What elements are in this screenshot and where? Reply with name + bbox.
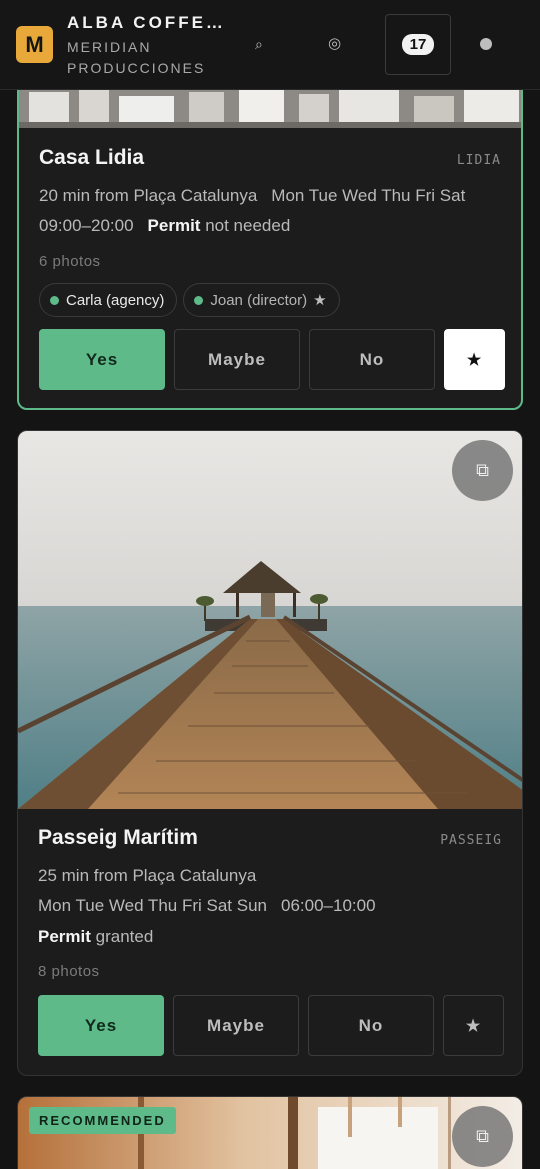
photo-count: 6 photos — [39, 253, 101, 270]
voter-chips: Carla (agency) Joan (director) ★ — [39, 283, 340, 317]
logo[interactable]: M — [16, 26, 53, 63]
voter-chip[interactable]: Joan (director) ★ — [183, 283, 340, 317]
no-button[interactable]: No — [308, 995, 434, 1056]
recommended-badge: RECOMMENDED — [29, 1107, 176, 1134]
vote-actions: Yes Maybe No ★ — [39, 329, 505, 390]
permit-status: not needed — [205, 216, 291, 235]
permit-label: Permit — [147, 216, 201, 235]
photo-count: 8 photos — [38, 963, 100, 980]
selection-count-badge: 17 — [401, 34, 435, 55]
pier-photo — [18, 431, 522, 809]
location-code: PASSEIG — [440, 833, 502, 848]
location-photo[interactable]: RECOMMENDED ⧉ — [18, 1097, 522, 1169]
location-permit-row: Permit granted — [38, 927, 153, 947]
travel-time: 25 min from Plaça Catalunya — [38, 866, 257, 885]
selection-count-button[interactable]: 17 — [385, 14, 451, 75]
yes-button[interactable]: Yes — [39, 329, 165, 390]
favorite-star-button[interactable]: ★ — [443, 995, 504, 1056]
permit-status: granted — [95, 927, 154, 946]
vote-dot-icon — [194, 295, 204, 305]
location-card[interactable]: RECOMMENDED ⧉ — [17, 1096, 523, 1169]
maybe-button[interactable]: Maybe — [174, 329, 300, 390]
open-hours: 06:00–10:00 — [281, 896, 376, 915]
location-card[interactable]: ⧉ Passeig Marítim PASSEIG 25 min from Pl… — [17, 430, 523, 1076]
star-icon: ★ — [313, 292, 327, 309]
maybe-button[interactable]: Maybe — [173, 995, 299, 1056]
open-hours: 09:00–20:00 — [39, 216, 134, 235]
location-name: Casa Lidia — [39, 146, 145, 169]
voter-chip[interactable]: Carla (agency) — [39, 283, 178, 317]
voter-name: Carla (agency) — [66, 291, 165, 309]
location-card[interactable]: Casa Lidia LIDIA 20 min from Plaça Catal… — [17, 40, 523, 410]
status-dot-icon[interactable] — [480, 38, 492, 50]
favorite-star-button[interactable]: ★ — [444, 329, 505, 390]
location-schedule: Mon Tue Wed Thu Fri Sat Sun 06:00–10:00 — [38, 896, 376, 916]
open-days: Mon Tue Wed Thu Fri Sat — [271, 186, 466, 205]
copy-icon[interactable]: ⧉ — [452, 440, 513, 501]
no-button[interactable]: No — [309, 329, 435, 390]
location-name: Passeig Marítim — [38, 826, 198, 849]
open-days: Mon Tue Wed Thu Fri Sat Sun — [38, 896, 267, 915]
yes-button[interactable]: Yes — [38, 995, 164, 1056]
location-code: LIDIA — [456, 153, 501, 168]
travel-time: 20 min from Plaça Catalunya — [39, 186, 258, 205]
target-icon[interactable]: ◎ — [328, 34, 341, 54]
search-icon[interactable]: ⌕ — [255, 34, 263, 54]
location-permit-row: 09:00–20:00 Permit not needed — [39, 216, 290, 236]
voter-name: Joan (director) — [210, 291, 308, 309]
location-photo[interactable]: ⧉ — [18, 431, 522, 809]
project-title: ALBA COFFEE… — [67, 13, 237, 32]
company-name: MERIDIAN PRODUCCIONES — [67, 39, 206, 76]
vote-actions: Yes Maybe No ★ — [38, 995, 504, 1056]
copy-icon[interactable]: ⧉ — [452, 1106, 513, 1167]
vote-dot-icon — [50, 295, 59, 305]
app-header: M ALBA COFFEE… MERIDIAN PRODUCCIONES ⌕ ◎… — [0, 0, 540, 90]
permit-label: Permit — [38, 927, 91, 946]
location-schedule: 20 min from Plaça Catalunya Mon Tue Wed T… — [39, 186, 465, 206]
